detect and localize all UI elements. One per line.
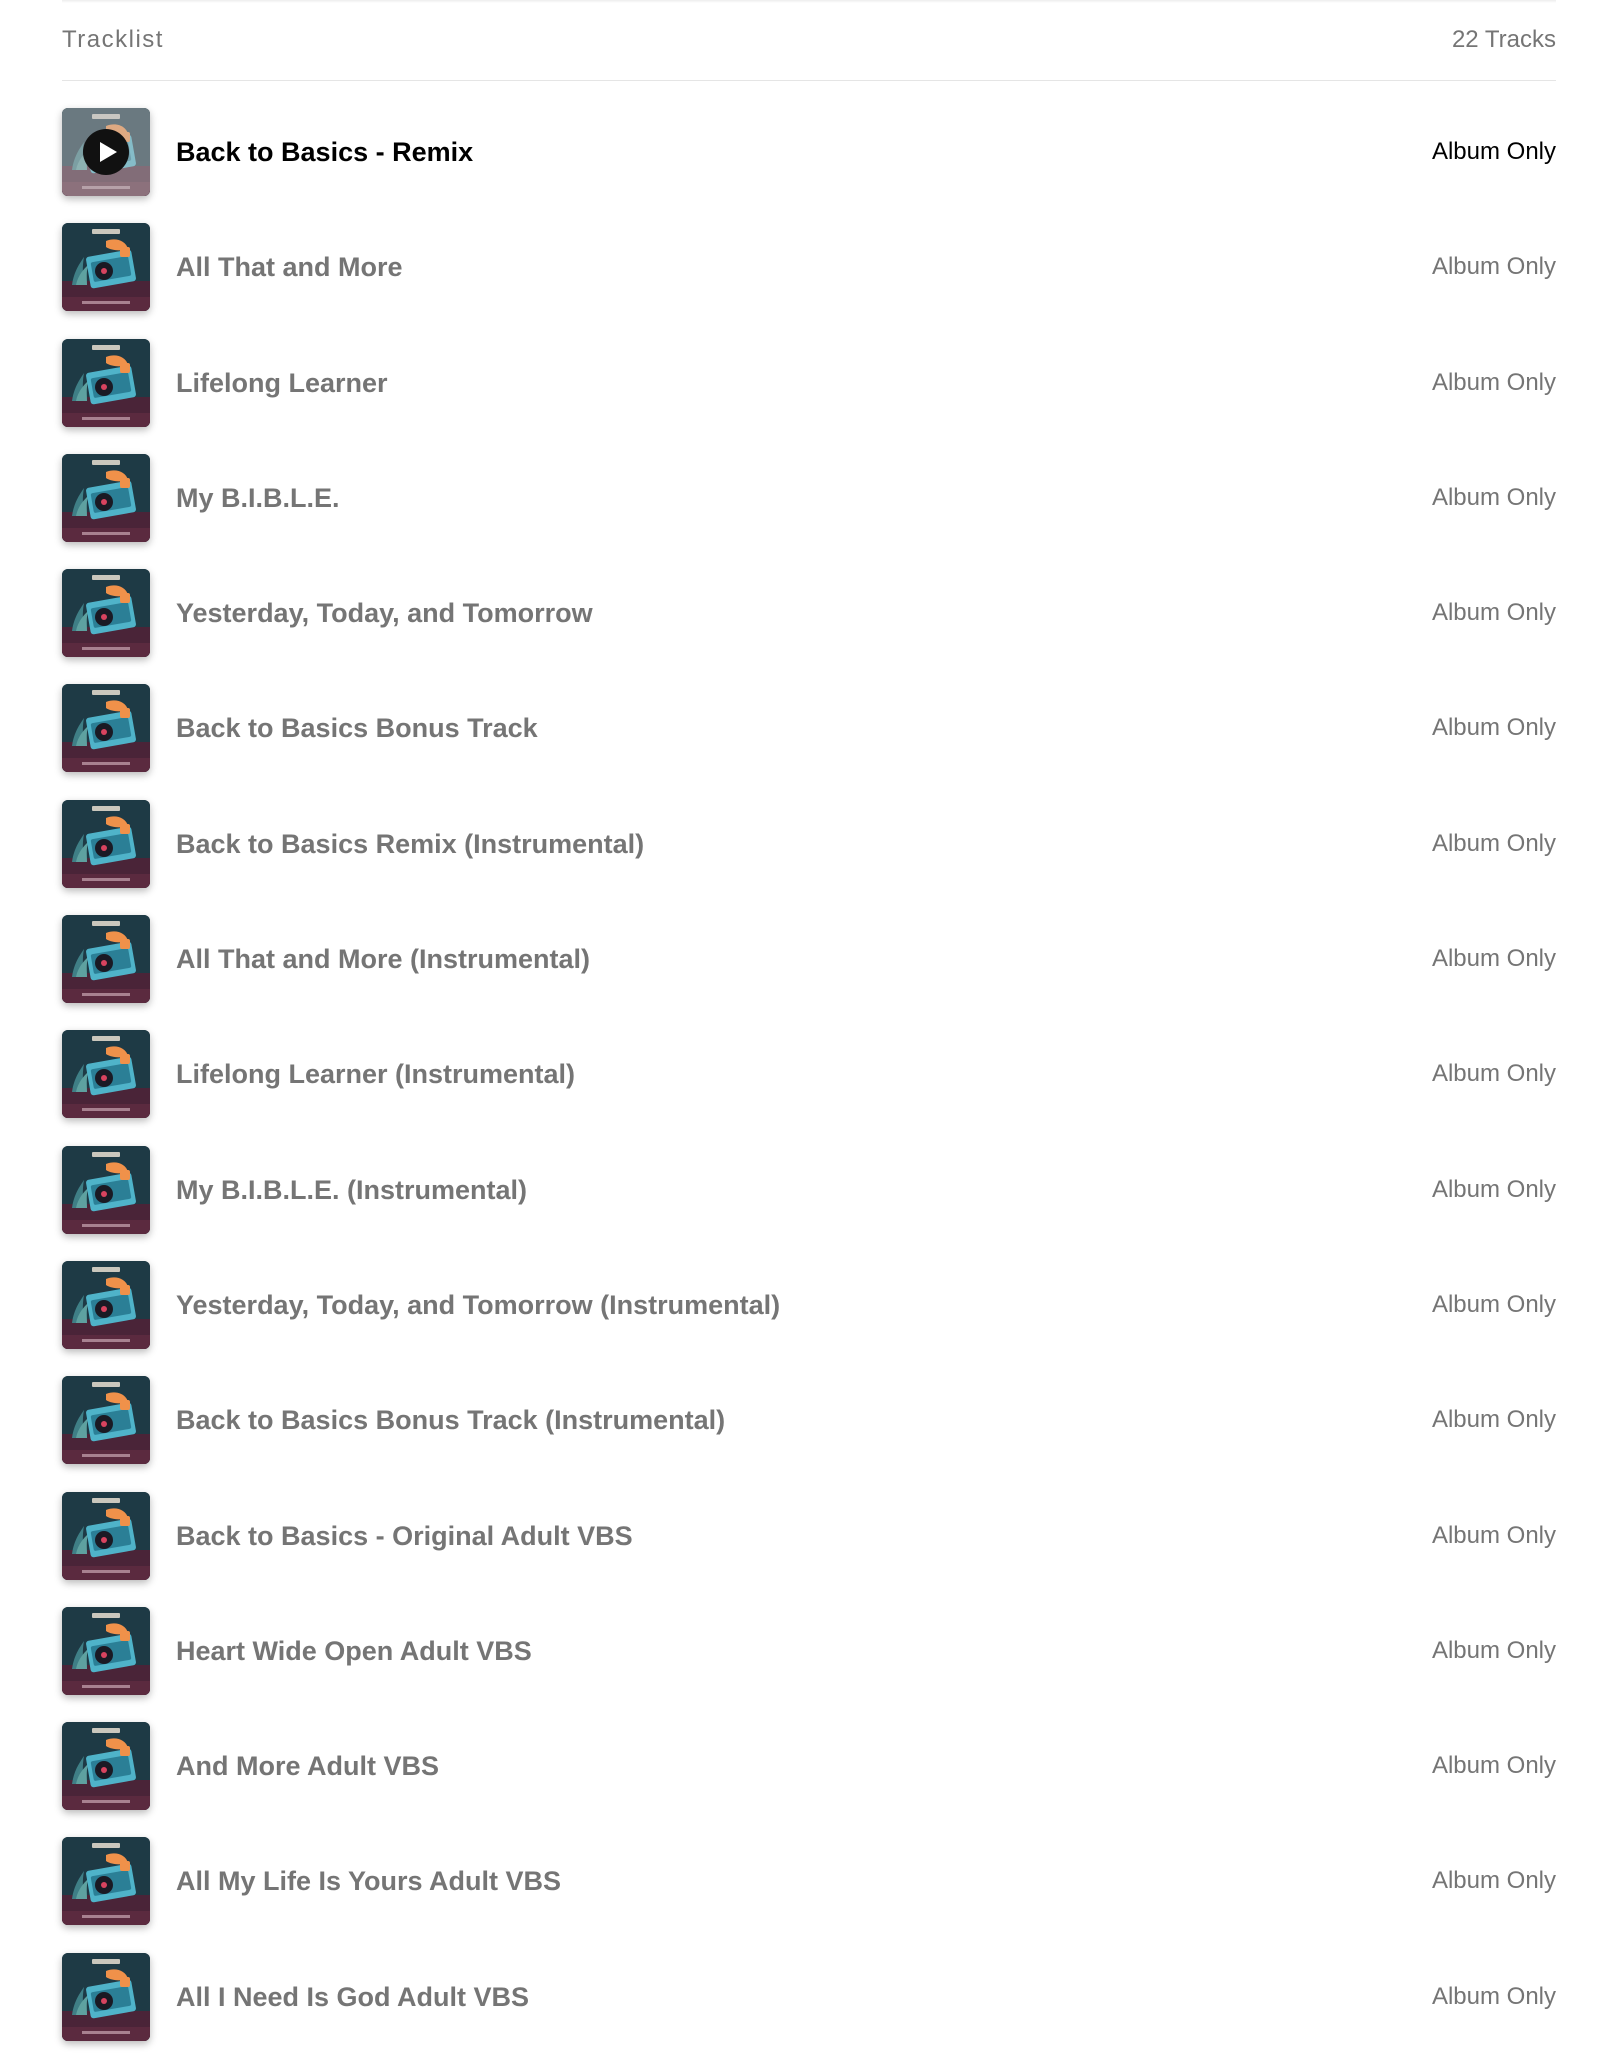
track-title[interactable]: Back to Basics - Original Adult VBS (176, 1492, 633, 1580)
album-only-label: Album Only (1431, 1982, 1556, 2010)
track-list: Back to Basics - Remix Album Only All Th… (62, 108, 1556, 2068)
track-row[interactable]: Back to Basics - Original Adult VBS Albu… (62, 1491, 1556, 1607)
album-art-image (62, 915, 150, 1004)
track-title[interactable]: Back to Basics Bonus Track (176, 684, 538, 772)
track-title[interactable]: All My Life Is Yours Adult VBS (176, 1837, 561, 1925)
track-row[interactable]: Yesterday, Today, and Tomorrow Album Onl… (62, 569, 1556, 684)
track-title[interactable]: My B.I.B.L.E. (Instrumental) (176, 1146, 527, 1234)
album-only-label: Album Only (1431, 714, 1556, 742)
play-button[interactable] (83, 129, 129, 175)
track-row[interactable]: My B.I.B.L.E. (Instrumental) Album Only (62, 1145, 1556, 1261)
track-row[interactable]: Back to Basics Remix (Instrumental) Albu… (62, 799, 1556, 915)
track-title[interactable]: All I Need Is God Adult VBS (176, 1953, 529, 2041)
track-count: 22 Tracks (1451, 26, 1556, 53)
album-only-label: Album Only (1431, 1636, 1556, 1664)
track-title[interactable]: All That and More (Instrumental) (176, 915, 590, 1003)
track-row[interactable]: Lifelong Learner (Instrumental) Album On… (62, 1030, 1556, 1145)
album-art-image (62, 1837, 150, 1926)
album-only-label: Album Only (1431, 138, 1556, 165)
album-art[interactable] (62, 223, 150, 312)
track-row[interactable]: Heart Wide Open Adult VBS Album Only (62, 1606, 1556, 1722)
album-art-image (62, 1491, 150, 1580)
track-title[interactable]: Yesterday, Today, and Tomorrow (Instrume… (176, 1261, 780, 1349)
album-art-image (62, 1606, 150, 1695)
album-only-label: Album Only (1431, 599, 1556, 627)
album-only-label: Album Only (1431, 483, 1556, 511)
album-art[interactable] (62, 1376, 150, 1465)
album-only-label: Album Only (1431, 1752, 1556, 1780)
album-art[interactable] (62, 1145, 150, 1234)
track-row[interactable]: All My Life Is Yours Adult VBS Album Onl… (62, 1837, 1556, 1952)
tracklist-title: Tracklist (62, 26, 164, 53)
track-row[interactable]: My B.I.B.L.E. Album Only (62, 453, 1556, 569)
top-divider (62, 0, 1556, 3)
album-art[interactable] (62, 1952, 150, 2041)
track-title[interactable]: Lifelong Learner (176, 339, 388, 427)
album-only-label: Album Only (1431, 368, 1556, 396)
track-row[interactable]: All That and More (Instrumental) Album O… (62, 915, 1556, 1030)
album-art[interactable] (62, 799, 150, 888)
tracklist-header: Tracklist 22 Tracks (62, 22, 1556, 81)
album-art[interactable] (62, 684, 150, 773)
track-title[interactable]: Back to Basics Bonus Track (Instrumental… (176, 1376, 725, 1464)
track-title[interactable]: Heart Wide Open Adult VBS (176, 1607, 532, 1695)
album-only-label: Album Only (1431, 829, 1556, 857)
album-art[interactable] (62, 1606, 150, 1695)
track-row[interactable]: And More Adult VBS Album Only (62, 1722, 1556, 1837)
track-title[interactable]: Yesterday, Today, and Tomorrow (176, 569, 593, 657)
track-row[interactable]: Lifelong Learner Album Only (62, 338, 1556, 454)
album-art[interactable] (62, 453, 150, 542)
play-icon (100, 142, 117, 162)
track-title[interactable]: Back to Basics Remix (Instrumental) (176, 800, 644, 888)
album-only-label: Album Only (1431, 1175, 1556, 1203)
track-row[interactable]: All I Need Is God Adult VBS Album Only (62, 1952, 1556, 2068)
album-art[interactable] (62, 1260, 150, 1349)
track-title[interactable]: All That and More (176, 223, 403, 311)
album-art[interactable] (62, 1837, 150, 1926)
track-row[interactable]: All That and More Album Only (62, 223, 1556, 338)
album-art-image (62, 684, 150, 773)
track-row[interactable]: Back to Basics Bonus Track Album Only (62, 684, 1556, 799)
track-title[interactable]: Lifelong Learner (Instrumental) (176, 1030, 575, 1118)
track-row-active[interactable]: Back to Basics - Remix Album Only (62, 108, 1556, 223)
album-art-image (62, 453, 150, 542)
album-art-image (62, 569, 150, 658)
album-only-label: Album Only (1431, 253, 1556, 281)
album-only-label: Album Only (1431, 1060, 1556, 1088)
album-art-image (62, 1722, 150, 1811)
track-row[interactable]: Yesterday, Today, and Tomorrow (Instrume… (62, 1260, 1556, 1376)
album-only-label: Album Only (1431, 1290, 1556, 1318)
track-title[interactable]: My B.I.B.L.E. (176, 454, 340, 542)
album-only-label: Album Only (1431, 1521, 1556, 1549)
album-only-label: Album Only (1431, 1406, 1556, 1434)
album-art-image (62, 338, 150, 427)
album-art[interactable] (62, 915, 150, 1004)
album-art-image (62, 1952, 150, 2041)
album-art[interactable] (62, 1030, 150, 1119)
album-art-image (62, 799, 150, 888)
album-art[interactable] (62, 569, 150, 658)
album-art[interactable] (62, 108, 150, 196)
album-art-image (62, 223, 150, 312)
track-title[interactable]: Back to Basics - Remix (176, 108, 473, 196)
album-art-image (62, 1260, 150, 1349)
album-art-image (62, 1030, 150, 1119)
album-only-label: Album Only (1431, 1867, 1556, 1895)
album-art[interactable] (62, 338, 150, 427)
track-title[interactable]: And More Adult VBS (176, 1722, 439, 1810)
album-art-image (62, 1145, 150, 1234)
album-art[interactable] (62, 1491, 150, 1580)
album-art-image (62, 1376, 150, 1465)
track-row[interactable]: Back to Basics Bonus Track (Instrumental… (62, 1376, 1556, 1491)
album-only-label: Album Only (1431, 945, 1556, 973)
album-art[interactable] (62, 1722, 150, 1811)
